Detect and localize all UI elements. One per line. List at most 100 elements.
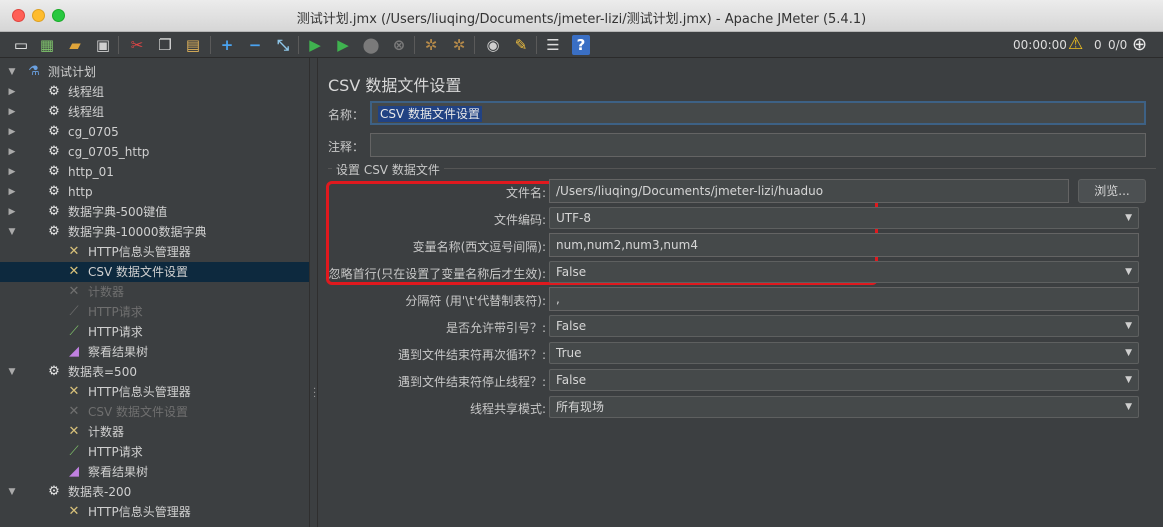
collapse-arrow-icon[interactable]: ▼ <box>6 62 18 82</box>
recycle-select[interactable]: True ▼ <box>549 342 1139 364</box>
wrench-icon: ✕ <box>68 384 80 399</box>
title-bar: 测试计划.jmx (/Users/liuqing/Documents/jmete… <box>0 0 1163 32</box>
new-icon[interactable]: ▭ <box>10 34 32 56</box>
tree-node-label: 察看结果树 <box>88 465 149 479</box>
expand-arrow-icon[interactable]: ▶ <box>6 102 18 122</box>
active-threads: 0/0 <box>1108 38 1128 52</box>
tree-node[interactable]: ▶ ⚙ cg_0705 <box>0 122 309 142</box>
clear-icon[interactable]: ✲ <box>420 34 442 56</box>
cut-icon[interactable]: ✂ <box>126 34 148 56</box>
tree-node[interactable]: ▶ ⚙ 数据字典-500键值 <box>0 202 309 222</box>
tree-node[interactable]: ▼ ⚙ 数据表=500 <box>0 362 309 382</box>
name-field[interactable]: CSV 数据文件设置 <box>370 101 1146 125</box>
tree-node[interactable]: ◢ 察看结果树 <box>0 342 309 362</box>
collapse-arrow-icon[interactable]: ▼ <box>6 482 18 502</box>
expand-icon[interactable]: + <box>216 34 238 56</box>
filename-label: 文件名: <box>505 186 546 200</box>
varnames-label: 变量名称(西文逗号间隔): <box>412 240 546 254</box>
elapsed-timer: 00:00:00 <box>1013 38 1067 52</box>
expand-arrow-icon[interactable]: ▶ <box>6 122 18 142</box>
tree-node[interactable]: ✕ 计数器 <box>0 422 309 442</box>
quoted-data-select[interactable]: False ▼ <box>549 315 1139 337</box>
gear-icon: ⚙ <box>48 124 60 139</box>
function-helper-icon[interactable]: ☰ <box>542 34 564 56</box>
wrench-icon: ✕ <box>68 244 80 259</box>
tree-node-label: 计数器 <box>88 285 125 299</box>
tree-node[interactable]: ✕ CSV 数据文件设置 <box>0 402 309 422</box>
remote-icon[interactable]: ⊕ <box>1132 34 1147 55</box>
collapse-icon[interactable]: − <box>244 34 266 56</box>
collapse-arrow-icon[interactable]: ▼ <box>6 362 18 382</box>
tree-node[interactable]: ▶ ⚙ http <box>0 182 309 202</box>
tree-node[interactable]: ▶ ⚙ cg_0705_http <box>0 142 309 162</box>
tree-node-label: HTTP请求 <box>88 445 143 459</box>
wrench-icon: ✕ <box>68 284 80 299</box>
group-label: 设置 CSV 数据文件 <box>332 161 444 178</box>
expand-arrow-icon[interactable]: ▶ <box>6 182 18 202</box>
start-icon[interactable]: ▶ <box>304 34 326 56</box>
tree-node[interactable]: ▼ ⚙ 数据表-200 <box>0 482 309 502</box>
tree-node[interactable]: ✕ HTTP信息头管理器 <box>0 242 309 262</box>
tree-node[interactable]: ▼ ⚙ 数据字典-10000数据字典 <box>0 222 309 242</box>
tree-node[interactable]: ⟋ HTTP请求 <box>0 302 309 322</box>
start-no-pause-icon[interactable]: ▶ <box>332 34 354 56</box>
tree-root[interactable]: ▼ ⚗ 测试计划 <box>0 62 309 82</box>
search-icon[interactable]: ◉ <box>482 34 504 56</box>
stop-thread-select[interactable]: False ▼ <box>549 369 1139 391</box>
ignore-first-line-label: 忽略首行(只在设置了变量名称后才生效): <box>328 267 546 281</box>
shutdown-icon[interactable]: ⊗ <box>388 34 410 56</box>
tree-node[interactable]: ✕ CSV 数据文件设置 <box>0 262 309 282</box>
save-icon[interactable]: ▣ <box>92 34 114 56</box>
tree-node[interactable]: ✕ HTTP信息头管理器 <box>0 502 309 522</box>
tree-node-label: HTTP信息头管理器 <box>88 385 191 399</box>
expand-arrow-icon[interactable]: ▶ <box>6 202 18 222</box>
sharing-mode-select[interactable]: 所有现场 ▼ <box>549 396 1139 418</box>
expand-arrow-icon[interactable]: ▶ <box>6 142 18 162</box>
collapse-arrow-icon[interactable]: ▼ <box>6 222 18 242</box>
comment-field[interactable] <box>370 133 1146 157</box>
reset-search-icon[interactable]: ✎ <box>510 34 532 56</box>
open-icon[interactable]: ▰ <box>64 34 86 56</box>
gear-icon: ⚙ <box>48 104 60 119</box>
tree-node[interactable]: ▶ ⚙ 线程组 <box>0 102 309 122</box>
gear-icon: ⚙ <box>48 144 60 159</box>
delimiter-field[interactable]: , <box>549 287 1139 311</box>
tree-node-label: HTTP信息头管理器 <box>88 505 191 519</box>
stop-icon[interactable]: ⬤ <box>360 34 382 56</box>
tree-node[interactable]: ▶ ⚙ http_01 <box>0 162 309 182</box>
chevron-down-icon: ▼ <box>1125 348 1132 358</box>
help-icon[interactable]: ? <box>572 35 590 55</box>
quoted-data-label: 是否允许带引号？: <box>445 321 546 335</box>
gear-icon: ⚙ <box>48 364 60 379</box>
ignore-first-line-select[interactable]: False ▼ <box>549 261 1139 283</box>
tree-node-label: HTTP请求 <box>88 325 143 339</box>
clear-all-icon[interactable]: ✲ <box>448 34 470 56</box>
tree-node-label: 线程组 <box>68 105 105 119</box>
filename-field[interactable]: /Users/liuqing/Documents/jmeter-lizi/hua… <box>549 179 1069 203</box>
copy-icon[interactable]: ❐ <box>154 34 176 56</box>
warning-icon[interactable]: ⚠ <box>1068 34 1083 54</box>
tree-node[interactable]: ◢ 察看结果树 <box>0 462 309 482</box>
expand-arrow-icon[interactable]: ▶ <box>6 82 18 102</box>
tree-node[interactable]: ⟋ HTTP请求 <box>0 322 309 342</box>
tree-node[interactable]: ✕ HTTP信息头管理器 <box>0 382 309 402</box>
tree-node[interactable]: ✕ 计数器 <box>0 282 309 302</box>
wrench-icon: ✕ <box>68 504 80 519</box>
expand-arrow-icon[interactable]: ▶ <box>6 162 18 182</box>
splitter[interactable]: · · · <box>309 58 318 527</box>
grip-icon[interactable]: · · · <box>313 385 316 403</box>
tree-node[interactable]: ▶ ⚙ 线程组 <box>0 82 309 102</box>
name-label: 名称： <box>328 108 365 122</box>
chevron-down-icon: ▼ <box>1125 321 1132 331</box>
encoding-select[interactable]: UTF-8 ▼ <box>549 207 1139 229</box>
browse-button[interactable]: 浏览... <box>1078 179 1146 203</box>
varnames-field[interactable]: num,num2,num3,num4 <box>549 233 1139 257</box>
paste-icon[interactable]: ▤ <box>182 34 204 56</box>
tree-node[interactable]: ⟋ HTTP请求 <box>0 442 309 462</box>
toggle-icon[interactable]: ⤡ <box>272 34 294 56</box>
test-plan-tree: ▼ ⚗ 测试计划 ▶ ⚙ 线程组 ▶ ⚙ 线程组 ▶ ⚙ cg_0705 ▶ ⚙ cg_0705_ht… <box>0 58 309 527</box>
tree-node-label: 数据字典-10000数据字典 <box>68 225 207 239</box>
pipette-icon: ⟋ <box>69 324 79 339</box>
tree-node-label: CSV 数据文件设置 <box>88 265 189 279</box>
templates-icon[interactable]: ▦ <box>36 34 58 56</box>
